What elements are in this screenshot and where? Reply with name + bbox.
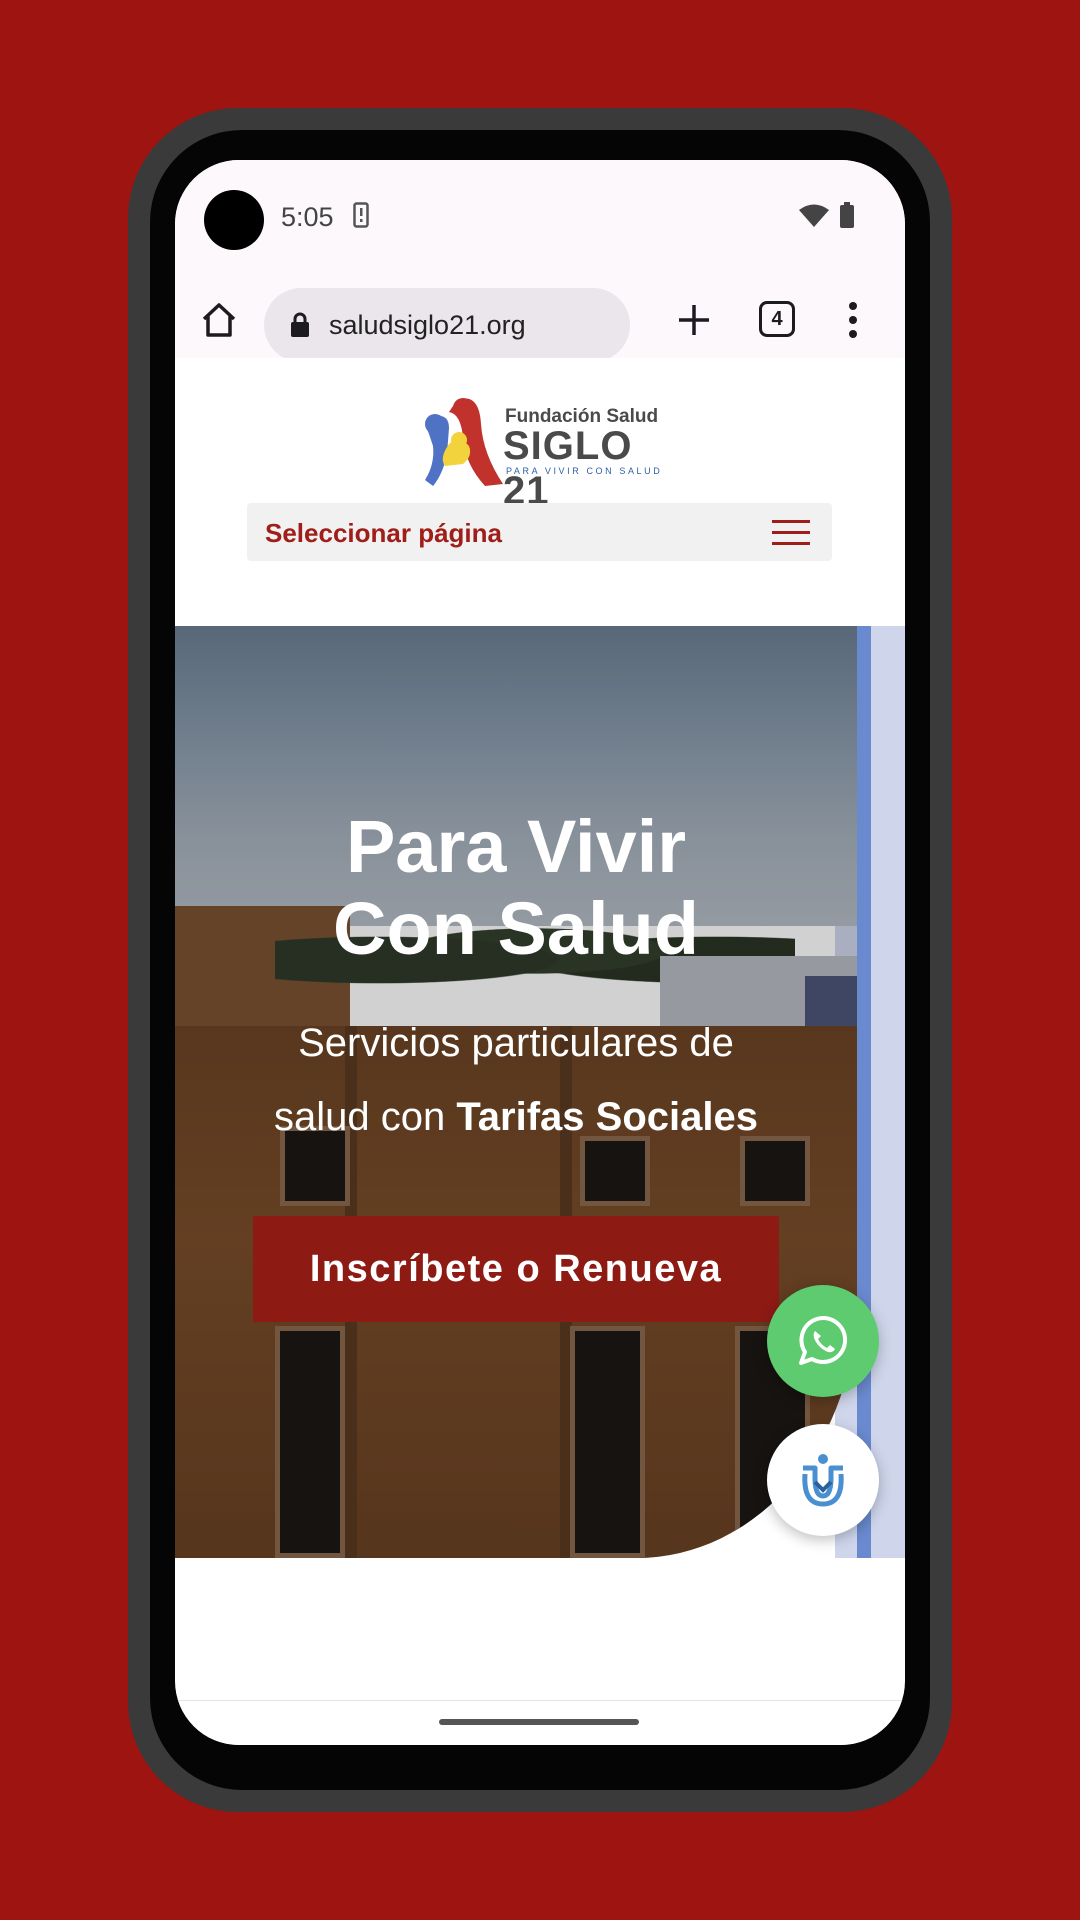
hero-section: Para Vivir Con Salud Servicios particula… <box>175 626 905 1558</box>
device-screen: 5:05 saludsiglo21.org 4 Fundación Salud … <box>175 160 905 1745</box>
url-bar[interactable]: saludsiglo21.org <box>264 288 630 362</box>
hero-subtitle: Servicios particulares de salud con Tari… <box>175 1006 857 1154</box>
battery-icon <box>840 202 854 228</box>
site-logo[interactable]: Fundación Salud SIGLO 21 PARA VIVIR CON … <box>419 394 679 513</box>
hero-subtitle-highlight: Tarifas Sociales <box>456 1095 758 1139</box>
site-header: Fundación Salud SIGLO 21 PARA VIVIR CON … <box>175 358 905 626</box>
hero-background-image: Para Vivir Con Salud Servicios particula… <box>175 626 857 1558</box>
hero-title: Para Vivir Con Salud <box>175 806 857 970</box>
tab-switcher-button[interactable]: 4 <box>759 301 795 337</box>
status-time: 5:05 <box>281 202 334 232</box>
hero-subtitle-line2: salud con Tarifas Sociales <box>175 1080 857 1154</box>
home-icon <box>202 303 236 337</box>
lock-icon <box>291 312 309 337</box>
url-text: saludsiglo21.org <box>329 310 526 340</box>
accessibility-button[interactable] <box>767 1424 879 1536</box>
accessibility-icon <box>802 1454 844 1507</box>
page-selector-menu[interactable]: Seleccionar página <box>247 503 832 561</box>
overflow-menu-icon[interactable] <box>843 298 863 342</box>
hero-side-accent <box>857 626 871 1558</box>
sim-alert-icon <box>353 202 369 228</box>
camera-cutout <box>204 190 264 250</box>
hero-title-line1: Para Vivir <box>345 805 687 888</box>
hero-subtitle-line1: Servicios particulares de <box>298 1021 734 1065</box>
status-bar: 5:05 <box>175 160 905 260</box>
whatsapp-icon <box>799 1315 848 1365</box>
home-button[interactable] <box>197 298 241 342</box>
signup-renew-button[interactable]: Inscríbete o Renueva <box>253 1216 779 1322</box>
hero-title-line2: Con Salud <box>333 887 699 970</box>
hero-subtitle-prefix: salud con <box>274 1095 457 1139</box>
wifi-icon <box>799 204 829 227</box>
tab-count: 4 <box>771 307 783 330</box>
logo-mark-icon <box>425 398 503 486</box>
hamburger-icon <box>772 520 810 546</box>
new-tab-button[interactable] <box>672 298 716 342</box>
whatsapp-button[interactable] <box>767 1285 879 1397</box>
gesture-handle[interactable] <box>439 1719 639 1725</box>
gesture-navigation-bar <box>175 1700 905 1745</box>
page-selector-label: Seleccionar página <box>265 518 502 548</box>
logo-tagline: PARA VIVIR CON SALUD <box>506 466 663 476</box>
